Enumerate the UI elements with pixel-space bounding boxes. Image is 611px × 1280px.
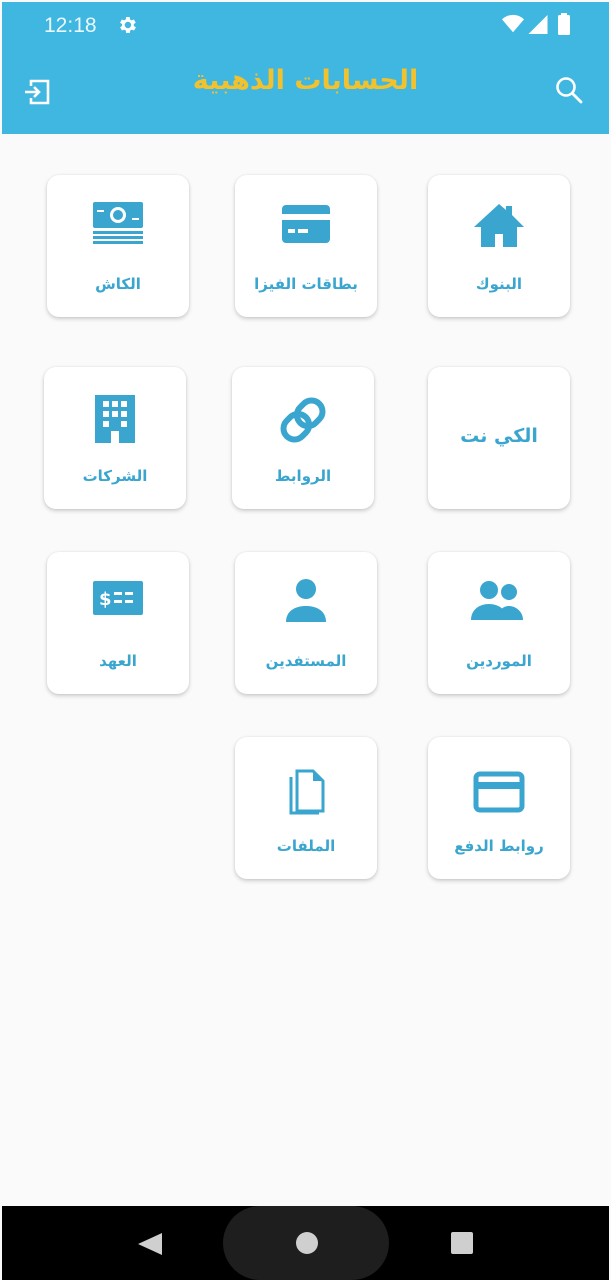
files-icon	[289, 769, 325, 815]
tile-label: الروابط	[274, 467, 332, 485]
battery-icon	[558, 13, 570, 35]
tile-payment-links[interactable]: روابط الدفع	[428, 737, 570, 879]
tile-label: الكاش	[95, 275, 141, 293]
home-icon[interactable]	[296, 1232, 318, 1254]
building-icon	[95, 395, 135, 443]
tile-label: بطاقات الفيزا	[254, 275, 358, 293]
status-bar: 12:18	[2, 2, 609, 47]
status-time: 12:18	[44, 14, 97, 37]
settings-gear-icon	[120, 17, 136, 33]
payment-card-icon	[473, 771, 525, 813]
cash-icon	[93, 202, 143, 244]
tile-knet[interactable]: الكي نت	[428, 367, 570, 509]
wifi-icon	[502, 14, 524, 33]
tile-cash[interactable]: الكاش	[47, 175, 189, 317]
recents-icon[interactable]	[451, 1232, 473, 1254]
tile-beneficiaries[interactable]: المستفدين	[235, 552, 377, 694]
back-icon[interactable]	[138, 1233, 162, 1255]
home-icon	[474, 204, 524, 247]
page-title: الحسابات الذهبية	[192, 65, 419, 96]
signal-icon	[528, 15, 548, 34]
tile-banks[interactable]: البنوك	[428, 175, 570, 317]
link-icon	[280, 397, 326, 443]
tile-label: الكي نت	[460, 425, 538, 447]
tile-label: المستفدين	[265, 652, 347, 670]
tile-label: الملفات	[276, 837, 336, 855]
tile-label: البنوك	[475, 275, 523, 293]
money-icon: $	[93, 581, 143, 615]
tile-label: العهد	[99, 652, 137, 670]
tile-custody[interactable]: $ العهد	[47, 552, 189, 694]
svg-text:$: $	[99, 589, 112, 610]
system-navigation-bar	[2, 1206, 609, 1280]
tile-companies[interactable]: الشركات	[44, 367, 186, 509]
tile-files[interactable]: الملفات	[235, 737, 377, 879]
person-icon	[286, 579, 326, 622]
people-icon	[471, 581, 523, 620]
credit-card-icon	[282, 205, 330, 243]
tile-label: الشركات	[82, 467, 148, 485]
tile-label: روابط الدفع	[454, 837, 544, 855]
tile-suppliers[interactable]: الموردين	[428, 552, 570, 694]
tile-visa-cards[interactable]: بطاقات الفيزا	[235, 175, 377, 317]
search-icon[interactable]	[554, 75, 584, 105]
tile-label: الموردين	[466, 652, 532, 670]
tile-links[interactable]: الروابط	[232, 367, 374, 509]
app-bar: الحسابات الذهبية	[2, 47, 609, 134]
